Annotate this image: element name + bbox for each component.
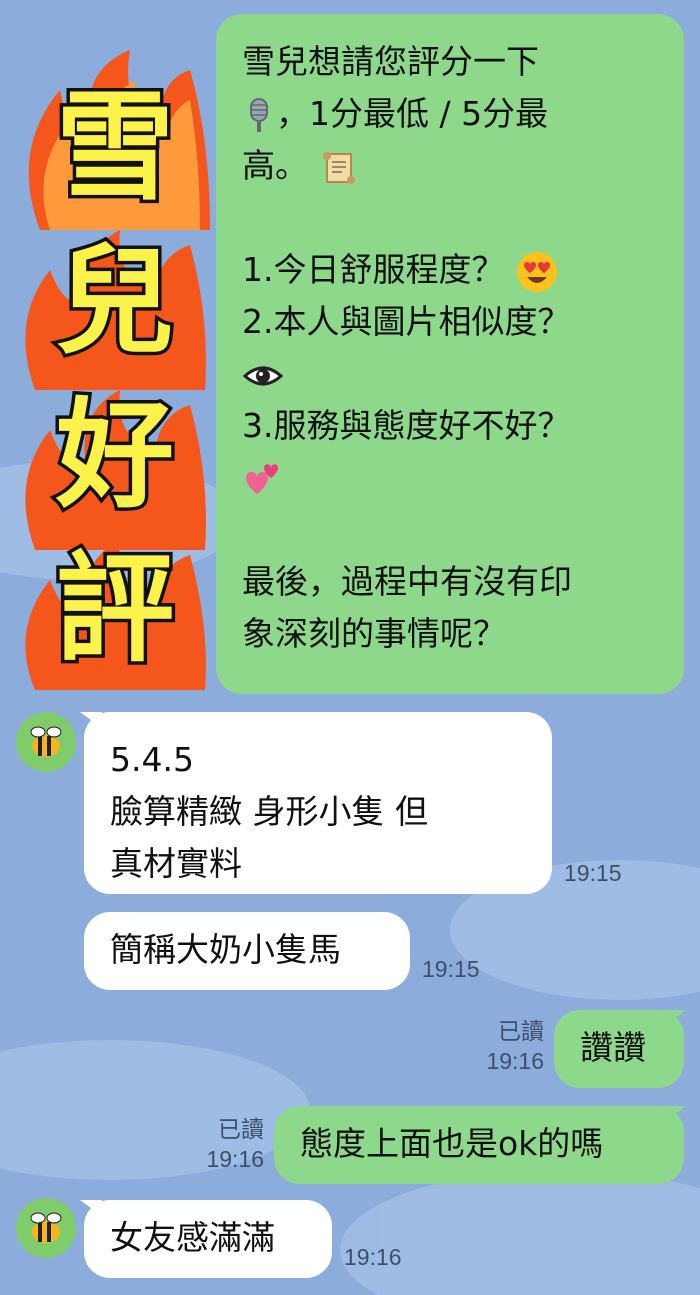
message-line: 女友感滿滿 [110, 1218, 275, 1257]
avatar[interactable] [16, 712, 76, 772]
message-line: 2.本人與圖片相似度？ [242, 302, 571, 341]
badge-char: 好 [52, 383, 177, 528]
scroll-icon [322, 151, 355, 184]
heart-eyes-icon [517, 251, 557, 292]
badge-char: 評 [52, 537, 177, 682]
message-timestamp: 19:15 [564, 860, 622, 886]
message-line: 5.4.5 [110, 740, 194, 779]
bee-icon [30, 1212, 62, 1243]
message-line: 讚讚 [580, 1028, 646, 1067]
message-line: 象深刻的事情呢？ [242, 614, 506, 653]
microphone-icon [250, 97, 268, 132]
message-line: 臉算精緻 身形小隻 但 [110, 792, 428, 831]
outgoing-message[interactable]: 態度上面也是ok的嗎 [274, 1106, 684, 1184]
eye-icon [242, 366, 284, 385]
read-label: 已讀 [498, 1018, 544, 1044]
message-line: ，1分最低 / 5分最 [276, 94, 549, 133]
message-timestamp: 19:16 [206, 1146, 264, 1172]
message-line: 簡稱大奶小隻馬 [110, 930, 341, 969]
read-label: 已讀 [218, 1116, 264, 1142]
outgoing-message[interactable]: 讚讚 [554, 1010, 684, 1088]
incoming-message[interactable]: 5.4.5 臉算精緻 身形小隻 但 真材實料 [84, 712, 552, 894]
message-line: 最後，過程中有沒有印 [242, 562, 572, 601]
bee-icon [30, 726, 62, 757]
message-timestamp: 19:16 [486, 1048, 544, 1074]
incoming-message[interactable]: 女友感滿滿 [84, 1200, 332, 1278]
message-timestamp: 19:16 [344, 1244, 402, 1270]
read-receipt: 已讀 19:16 [190, 1114, 264, 1174]
message-line: 高。 [242, 146, 308, 185]
message-line: 真材實料 [110, 844, 242, 883]
outgoing-message-rating-request[interactable]: 雪兒想請您評分一下 ，1分最低 / 5分最 高。 1.今日舒服程度？ 2.本人與… [216, 14, 684, 694]
badge-char: 兒 [52, 229, 177, 374]
message-timestamp: 19:15 [422, 956, 480, 982]
avatar[interactable] [16, 1198, 76, 1258]
message-line: 1.今日舒服程度？ [242, 250, 505, 289]
message-line [242, 192, 664, 244]
two-hearts-icon [246, 463, 278, 494]
read-receipt: 已讀 19:16 [470, 1016, 544, 1076]
message-line: 態度上面也是ok的嗎 [300, 1124, 604, 1163]
badge-char: 雪 [52, 75, 177, 220]
message-line: 雪兒想請您評分一下 [242, 42, 539, 81]
incoming-message[interactable]: 簡稱大奶小隻馬 [84, 912, 410, 990]
message-line: 3.服務與態度好不好？ [242, 406, 571, 445]
